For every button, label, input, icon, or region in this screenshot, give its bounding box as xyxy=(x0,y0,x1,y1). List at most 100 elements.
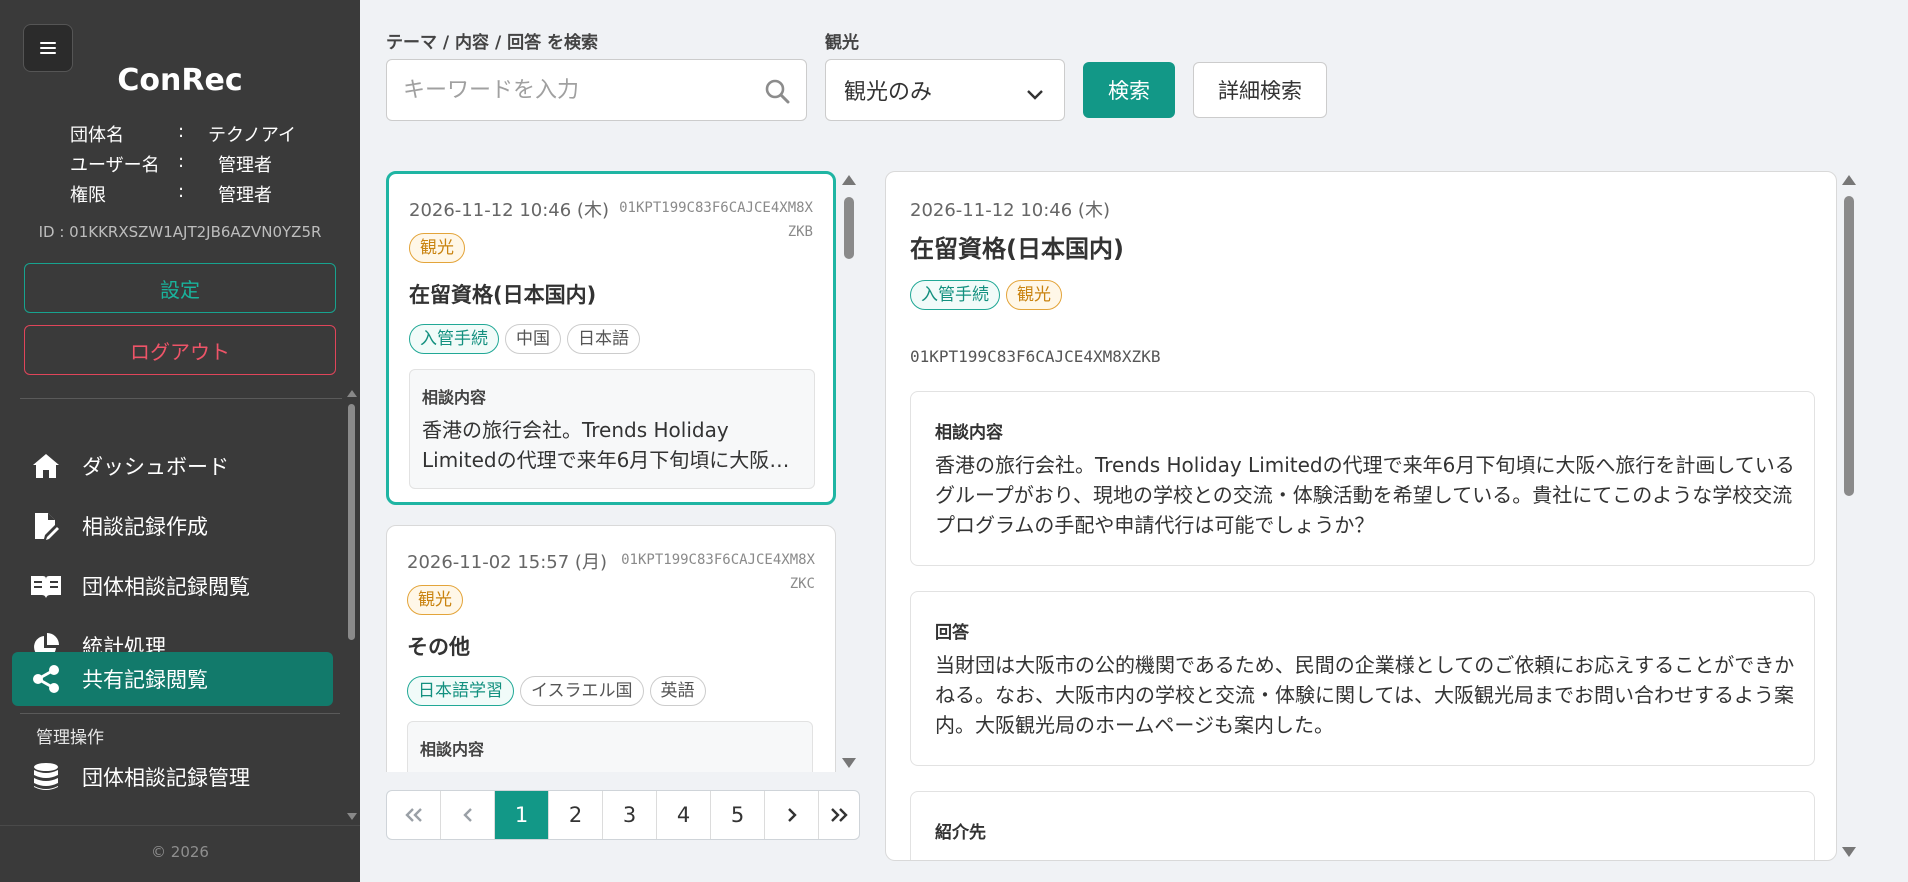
user-separator: : xyxy=(178,151,185,172)
filter-label: 観光 xyxy=(825,33,859,53)
content-text: 香港の旅行会社。Trends Holiday Limitedの代理で来年6月下旬… xyxy=(935,453,1795,537)
search-field[interactable] xyxy=(386,59,807,121)
record-card[interactable]: 2026-11-02 15:57 (月) 01KPT199C83F6CAJCE4… xyxy=(386,525,836,772)
home-icon xyxy=(30,450,62,482)
category-badge: 観光 xyxy=(1006,280,1062,310)
list-scroll-thumb[interactable] xyxy=(844,197,854,259)
record-date: 2026-11-12 10:46 (木) xyxy=(409,200,609,221)
sidebar: ConRec 団体名 : テクノアイ ユーザー名 : 管理者 権限 : 管理者 … xyxy=(0,0,360,882)
tag-badge: 日本語学習 xyxy=(407,676,514,706)
nav-label: 共有記録閲覧 xyxy=(82,668,208,692)
page-button-4[interactable]: 4 xyxy=(657,791,711,839)
record-title: その他 xyxy=(407,635,470,659)
user-info: ユーザー名 : 管理者 xyxy=(70,151,272,177)
org-label: 団体名 xyxy=(70,125,124,146)
logout-button[interactable]: ログアウト xyxy=(24,325,336,375)
page-button-1[interactable]: 1 xyxy=(495,791,549,839)
record-card[interactable]: 2026-11-12 10:46 (木) 01KPT199C83F6CAJCE4… xyxy=(386,171,836,505)
share-icon xyxy=(30,663,62,695)
nav-item-create-record[interactable]: 相談記録作成 xyxy=(12,499,333,553)
sidebar-nav: ダッシュボード 相談記録作成 団体相談記録閲覧 統計処理 共有記録閲覧 管理操作… xyxy=(0,410,345,825)
content-heading: 相談内容 xyxy=(420,740,485,759)
content-text: 香港の旅行会社。Trends Holiday Limitedの代理で来年6月下旬… xyxy=(422,418,790,472)
scroll-up-icon[interactable] xyxy=(1842,175,1856,185)
record-id: 01KPT199C83F6CAJCE4XM8XZKB xyxy=(619,200,813,240)
content-preview: 相談内容 xyxy=(407,721,813,772)
detail-tags: 入管手続 観光 xyxy=(910,280,1068,310)
org-value: テクノアイ xyxy=(208,125,297,146)
nav-label: 団体相談記録管理 xyxy=(82,766,250,790)
sidebar-scrollbar[interactable] xyxy=(347,390,357,820)
page-button-2[interactable]: 2 xyxy=(549,791,603,839)
scroll-down-icon[interactable] xyxy=(842,758,856,768)
first-page-button[interactable] xyxy=(387,791,441,839)
user-id: ID : 01KKRXSZW1AJT2JB6AZVN0YZ5R xyxy=(38,223,322,241)
list-scrollbar[interactable] xyxy=(840,171,858,772)
prev-page-button[interactable] xyxy=(441,791,495,839)
category-select-value: 観光のみ xyxy=(844,80,933,105)
settings-button[interactable]: 設定 xyxy=(24,263,336,313)
tag-badge: 入管手続 xyxy=(409,324,499,354)
referral-section: 紹介先 xyxy=(910,791,1815,860)
content-heading: 相談内容 xyxy=(935,423,1003,443)
hamburger-icon xyxy=(40,42,56,54)
page-button-3[interactable]: 3 xyxy=(603,791,657,839)
tag-badge: イスラエル国 xyxy=(520,676,644,706)
record-detail: 2026-11-12 10:46 (木) 在留資格(日本国内) 入管手続 観光 0… xyxy=(885,171,1837,861)
double-chevron-right-icon xyxy=(831,808,848,822)
tag-badge: 中国 xyxy=(505,324,561,354)
record-tags: 日本語学習 イスラエル国 英語 xyxy=(407,676,712,706)
book-icon xyxy=(30,570,62,602)
detail-scrollbar[interactable] xyxy=(1840,171,1858,861)
page-button-5[interactable]: 5 xyxy=(711,791,765,839)
nav-item-dashboard[interactable]: ダッシュボード xyxy=(12,439,333,493)
tag-badge: 英語 xyxy=(649,676,706,706)
record-date: 2026-11-02 15:57 (月) xyxy=(407,552,607,573)
referral-heading: 紹介先 xyxy=(935,823,986,843)
search-icon[interactable] xyxy=(764,78,790,104)
advanced-search-button[interactable]: 詳細検索 xyxy=(1193,62,1327,118)
database-icon xyxy=(30,761,62,793)
role-separator: : xyxy=(178,181,185,202)
role-label: 権限 xyxy=(70,185,106,206)
last-page-button[interactable] xyxy=(819,791,859,839)
keyword-label: テーマ / 内容 / 回答 を検索 xyxy=(386,33,599,53)
record-title: 在留資格(日本国内) xyxy=(409,283,597,307)
double-chevron-left-icon xyxy=(404,808,422,822)
sidebar-scroll-thumb[interactable] xyxy=(348,404,355,640)
nav-item-org-records[interactable]: 団体相談記録閲覧 xyxy=(12,559,333,613)
nav-label: ダッシュボード xyxy=(82,455,229,479)
chevron-right-icon xyxy=(787,808,797,822)
category-select[interactable]: 観光のみ xyxy=(825,59,1065,121)
scroll-up-icon[interactable] xyxy=(842,175,856,185)
content-preview: 相談内容 香港の旅行会社。Trends Holiday Limitedの代理で来… xyxy=(409,369,815,489)
user-label: ユーザー名 xyxy=(70,155,160,176)
nav-divider xyxy=(20,713,340,714)
detail-scroll-thumb[interactable] xyxy=(1844,196,1854,496)
tag-badge: 入管手続 xyxy=(910,280,1000,310)
scroll-up-icon[interactable] xyxy=(347,390,357,397)
search-button[interactable]: 検索 xyxy=(1083,62,1175,118)
answer-heading: 回答 xyxy=(935,623,969,643)
edit-document-icon xyxy=(30,510,62,542)
result-list: 2026-11-12 10:46 (木) 01KPT199C83F6CAJCE4… xyxy=(386,171,838,772)
answer-section: 回答 当財団は大阪市の公的機関であるため、民間の企業様としてのご依頼にお応えする… xyxy=(910,591,1815,766)
category-badge: 観光 xyxy=(407,585,463,615)
copyright: © 2026 xyxy=(151,843,209,861)
role-info: 権限 : 管理者 xyxy=(70,181,272,207)
search-input[interactable] xyxy=(403,72,743,108)
sidebar-divider xyxy=(20,398,342,399)
nav-item-org-records-admin[interactable]: 団体相談記録管理 xyxy=(12,750,333,804)
chevron-down-icon xyxy=(1026,82,1044,107)
scroll-down-icon[interactable] xyxy=(347,813,357,820)
record-tags: 入管手続 中国 日本語 xyxy=(409,324,646,354)
nav-label: 相談記録作成 xyxy=(82,515,208,539)
org-info: 団体名 : テクノアイ xyxy=(70,121,296,147)
nav-item-shared-records[interactable]: 共有記録閲覧 xyxy=(12,652,333,706)
next-page-button[interactable] xyxy=(765,791,819,839)
content-section: 相談内容 香港の旅行会社。Trends Holiday Limitedの代理で来… xyxy=(910,391,1815,566)
scroll-down-icon[interactable] xyxy=(1842,847,1856,857)
nav-label: 団体相談記録閲覧 xyxy=(82,575,250,599)
detail-id: 01KPT199C83F6CAJCE4XM8XZKB xyxy=(910,347,1161,366)
detail-date: 2026-11-12 10:46 (木) xyxy=(910,200,1110,221)
